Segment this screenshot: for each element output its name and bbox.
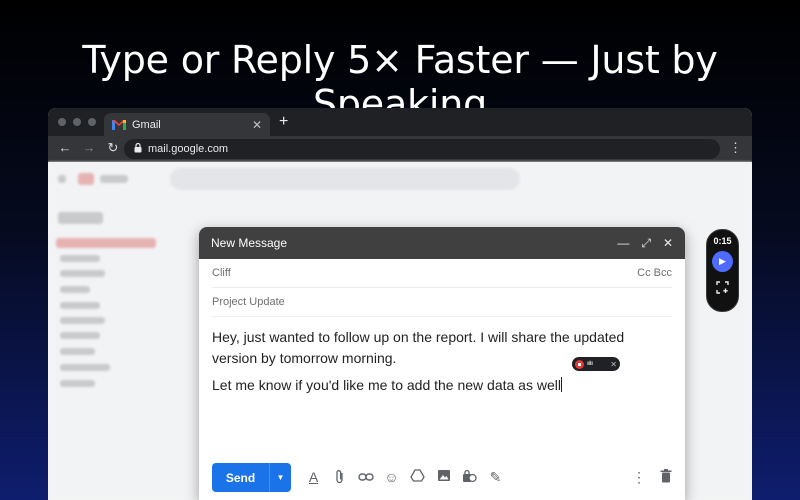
play-icon[interactable]: ▶ — [712, 251, 733, 272]
close-pill-icon[interactable]: ✕ — [610, 360, 617, 369]
gmail-logo-icon — [112, 119, 126, 130]
confidential-mode-icon[interactable] — [461, 469, 478, 487]
window-controls — [58, 118, 96, 126]
send-options-chevron-icon[interactable]: ▼ — [269, 463, 291, 492]
waveform-icon: ıılıı — [587, 361, 593, 367]
compose-window: New Message — ⤢ ✕ Cliff Cc Bcc Project U… — [199, 227, 685, 500]
recording-timer: 0:15 — [713, 236, 732, 246]
tab-close-icon[interactable]: ✕ — [252, 118, 262, 132]
lock-icon — [134, 142, 142, 156]
tab-gmail[interactable]: Gmail ✕ — [104, 113, 270, 136]
browser-menu-icon[interactable]: ⋮ — [729, 140, 742, 156]
formatting-icon[interactable]: A — [305, 469, 322, 487]
nav-buttons: ← → ↻ — [58, 140, 120, 156]
compose-header: New Message — ⤢ ✕ — [199, 227, 685, 259]
emoji-icon[interactable]: ☺ — [383, 469, 400, 487]
stop-recording-icon[interactable] — [575, 359, 584, 369]
to-field[interactable]: Cliff Cc Bcc — [212, 259, 672, 288]
address-bar: ← → ↻ mail.google.com ⋮ — [48, 136, 752, 162]
voice-recorder-widget: 0:15 ▶ — [706, 229, 739, 312]
new-tab-button[interactable]: + — [279, 113, 288, 131]
tab-bar: Gmail ✕ + — [48, 108, 752, 136]
trash-icon[interactable] — [660, 469, 672, 486]
expand-icon[interactable]: ⤢ — [641, 236, 651, 251]
back-icon[interactable]: ← — [58, 140, 72, 156]
formatting-tools: A ☺ ✎ — [305, 469, 504, 487]
more-options-icon[interactable]: ⋮ — [632, 469, 646, 486]
cc-bcc-link[interactable]: Cc Bcc — [637, 267, 672, 279]
compose-controls: — ⤢ ✕ — [617, 236, 673, 251]
compose-toolbar: Send ▼ A ☺ ✎ ⋮ — [212, 463, 672, 492]
to-value: Cliff — [212, 267, 231, 279]
url-field[interactable]: mail.google.com — [124, 139, 720, 159]
forward-icon[interactable]: → — [82, 140, 96, 156]
close-icon[interactable]: ✕ — [663, 236, 673, 251]
reload-icon[interactable]: ↻ — [106, 140, 120, 156]
minimize-window-dot[interactable] — [73, 118, 81, 126]
maximize-window-dot[interactable] — [88, 118, 96, 126]
link-icon[interactable] — [357, 469, 374, 487]
url-text: mail.google.com — [148, 143, 229, 155]
signature-icon[interactable]: ✎ — [487, 469, 504, 487]
subject-field[interactable]: Project Update — [212, 288, 672, 317]
subject-value: Project Update — [212, 296, 285, 308]
close-window-dot[interactable] — [58, 118, 66, 126]
tab-title: Gmail — [132, 118, 161, 131]
minimize-icon[interactable]: — — [617, 236, 629, 251]
attach-icon[interactable] — [331, 469, 348, 487]
toolbar-right: ⋮ — [632, 469, 672, 486]
send-label: Send — [225, 470, 256, 485]
photo-icon[interactable] — [435, 469, 452, 487]
send-button[interactable]: Send ▼ — [212, 463, 291, 492]
dictation-mini-pill[interactable]: ıılıı ✕ — [572, 357, 620, 371]
body-paragraph-2: Let me know if you'd like me to add the … — [212, 377, 562, 393]
compose-title: New Message — [211, 236, 288, 250]
drive-icon[interactable] — [409, 468, 426, 487]
text-caret — [560, 377, 562, 392]
screenshot-add-icon[interactable] — [716, 281, 729, 297]
